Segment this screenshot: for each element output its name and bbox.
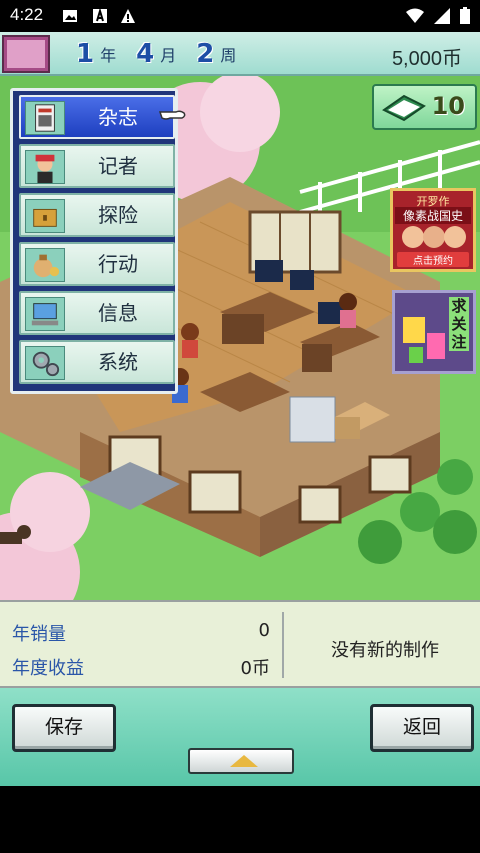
books-button[interactable]: 10 [372, 84, 477, 130]
warning-icon [121, 9, 135, 23]
annual-sales-value: 0 [258, 620, 270, 641]
promo-reserve: 点击预约 [397, 252, 469, 267]
gears-icon [25, 346, 65, 380]
status-time: 4:22 [10, 5, 44, 24]
menu-label: 信息 [98, 301, 138, 325]
a-icon [93, 8, 107, 23]
computer-icon [25, 297, 65, 331]
annual-sales-label: 年销量 [12, 624, 66, 645]
main-menu: 杂志 记者 探险 行动 信息 系统 [10, 88, 178, 394]
year-unit: 年 [100, 46, 117, 65]
month-unit: 月 [160, 46, 177, 65]
treasure-chest-icon [25, 199, 65, 233]
menu-item-system[interactable]: 系统 [19, 340, 175, 384]
money-bag-icon [25, 248, 65, 282]
annual-revenue-label: 年度收益 [12, 658, 84, 679]
menu-label: 探险 [98, 203, 138, 227]
month-number: 4 [136, 39, 155, 69]
annual-revenue-row: 年度收益 0币 [12, 654, 270, 684]
arrow-up-icon [230, 755, 258, 767]
save-button[interactable]: 保存 [12, 704, 116, 752]
week-number: 2 [196, 39, 215, 69]
no-production-text: 没有新的制作 [331, 640, 439, 661]
reporter-icon [25, 150, 65, 184]
annual-revenue-value: 0币 [240, 658, 270, 679]
promo-banner-follow[interactable]: 求关注 [392, 290, 476, 374]
promo-line2: 像素战国史 [395, 207, 471, 224]
menu-label: 系统 [98, 350, 138, 374]
books-count: 10 [431, 92, 465, 120]
signal-icon [434, 7, 450, 24]
battery-icon [460, 7, 470, 24]
stats-panel: 年销量 0 年度收益 0币 没有新的制作 [0, 600, 480, 688]
wifi-icon [406, 8, 424, 23]
menu-item-info[interactable]: 信息 [19, 291, 175, 335]
season-icon[interactable] [2, 35, 50, 73]
year-number: 1 [76, 39, 95, 69]
menu-item-action[interactable]: 行动 [19, 242, 175, 286]
magazine-icon [25, 101, 65, 135]
warriors-icon [402, 226, 466, 248]
menu-label: 行动 [98, 252, 138, 276]
image-icon [63, 10, 77, 22]
mascots-icon [403, 317, 445, 363]
menu-label: 杂志 [98, 105, 138, 129]
menu-item-adventure[interactable]: 探险 [19, 193, 175, 237]
hand-pointer-icon [158, 110, 186, 120]
follow-text: 求关注 [449, 297, 469, 351]
book-icon [382, 94, 426, 122]
menu-item-reporter[interactable]: 记者 [19, 144, 175, 188]
promo-banner-sengoku[interactable]: 开罗作 像素战国史 点击预约 [390, 188, 476, 272]
expand-drawer-button[interactable] [188, 748, 294, 774]
game-date: 1 年 4 月 2 周 [76, 36, 250, 72]
week-unit: 周 [220, 46, 237, 65]
bottom-controls: 保存 返回 [0, 688, 480, 786]
annual-sales-row: 年销量 0 [12, 620, 270, 650]
game-header: 1 年 4 月 2 周 5,000币 [0, 32, 480, 76]
back-button[interactable]: 返回 [370, 704, 474, 752]
menu-item-magazine[interactable]: 杂志 [19, 95, 175, 139]
money-display: 5,000币 [391, 48, 462, 70]
divider [282, 612, 284, 678]
status-bar: 4:22 [0, 0, 480, 32]
navigation-bar-area [0, 786, 480, 853]
menu-label: 记者 [98, 154, 138, 178]
